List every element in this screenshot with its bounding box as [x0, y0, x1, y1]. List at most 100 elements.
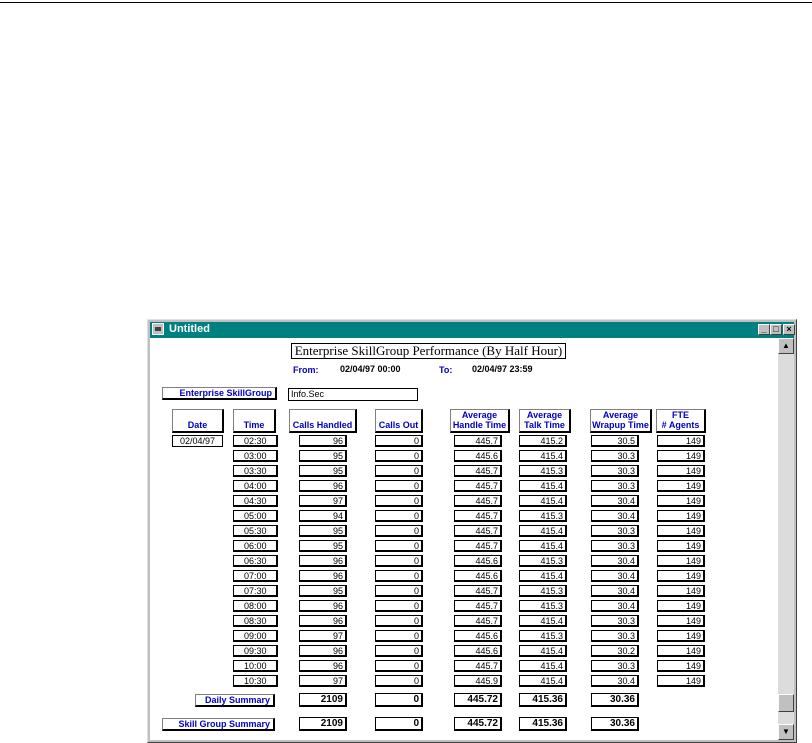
table-cell: 0 [375, 525, 423, 537]
table-cell: 445.7 [454, 495, 502, 507]
table-cell: 149 [657, 510, 705, 522]
table-cell: 30.3 [591, 480, 639, 492]
to-label: To: [439, 365, 453, 375]
table-cell: 0 [375, 495, 423, 507]
table-cell: 415.3 [519, 585, 567, 597]
table-cell: 149 [657, 525, 705, 537]
table-cell: 415.4 [519, 525, 567, 537]
table-cell: 445.7 [454, 585, 502, 597]
table-cell: 415.4 [519, 480, 567, 492]
table-cell: 0 [375, 660, 423, 672]
scroll-down-arrow-icon[interactable]: ▼ [778, 724, 794, 740]
table-cell: 445.6 [454, 645, 502, 657]
table-cell: 415.4 [519, 675, 567, 687]
time-cell: 08:30 [233, 615, 278, 627]
vertical-scrollbar[interactable]: ▲ ▼ [778, 338, 794, 740]
table-cell: 30.4 [591, 495, 639, 507]
report-title: Enterprise SkillGroup Performance (By Ha… [291, 343, 566, 359]
table-cell: 149 [657, 630, 705, 642]
col-header-calls-handled: Calls Handled [289, 409, 357, 433]
table-cell: 96 [299, 555, 347, 567]
time-cell: 09:00 [233, 630, 278, 642]
table-cell: 445.6 [454, 570, 502, 582]
table-cell: 0 [375, 675, 423, 687]
table-cell: 415.4 [519, 495, 567, 507]
table-cell: 30.4 [591, 585, 639, 597]
table-cell: 415.4 [519, 450, 567, 462]
time-cell: 10:30 [233, 675, 278, 687]
minimize-button[interactable]: _ [758, 324, 770, 335]
time-cell: 07:00 [233, 570, 278, 582]
table-cell: 95 [299, 585, 347, 597]
time-cell: 06:30 [233, 555, 278, 567]
summary-cell: 445.72 [454, 717, 502, 731]
summary-cell: 0 [375, 693, 423, 707]
table-cell: 0 [375, 585, 423, 597]
table-cell: 96 [299, 615, 347, 627]
col-header-avg-talk-time: Average Talk Time [519, 409, 571, 433]
table-cell: 0 [375, 600, 423, 612]
table-cell: 415.4 [519, 570, 567, 582]
table-cell: 149 [657, 585, 705, 597]
scroll-thumb[interactable] [778, 694, 794, 712]
table-cell: 445.7 [454, 615, 502, 627]
col-header-time: Time [233, 409, 276, 433]
table-cell: 97 [299, 630, 347, 642]
col-header-avg-handle-time: Average Handle Time [450, 409, 510, 433]
table-cell: 445.6 [454, 450, 502, 462]
table-cell: 415.3 [519, 630, 567, 642]
app-icon[interactable] [152, 323, 164, 335]
report-content: Enterprise SkillGroup Performance (By Ha… [150, 338, 778, 740]
time-cell: 05:00 [233, 510, 278, 522]
table-cell: 96 [299, 570, 347, 582]
table-cell: 96 [299, 600, 347, 612]
table-cell: 445.6 [454, 555, 502, 567]
summary-cell: 0 [375, 717, 423, 731]
time-cell: 10:00 [233, 660, 278, 672]
table-cell: 415.3 [519, 600, 567, 612]
table-cell: 149 [657, 660, 705, 672]
close-button[interactable]: × [783, 324, 795, 335]
report-window: Untitled _ □ × Enterprise SkillGroup Per… [147, 319, 797, 743]
from-label: From: [293, 365, 319, 375]
table-cell: 149 [657, 570, 705, 582]
table-cell: 415.3 [519, 465, 567, 477]
title-bar[interactable]: Untitled _ □ × [150, 322, 795, 338]
time-cell: 04:30 [233, 495, 278, 507]
table-cell: 149 [657, 675, 705, 687]
table-cell: 0 [375, 510, 423, 522]
table-cell: 149 [657, 555, 705, 567]
skill-group-field[interactable]: Info.Sec [288, 388, 418, 401]
table-cell: 445.7 [454, 540, 502, 552]
table-cell: 445.7 [454, 480, 502, 492]
table-cell: 30.3 [591, 465, 639, 477]
table-cell: 0 [375, 450, 423, 462]
summary-cell: 2109 [299, 717, 347, 731]
table-cell: 415.3 [519, 510, 567, 522]
time-cell: 06:00 [233, 540, 278, 552]
table-cell: 95 [299, 465, 347, 477]
summary-cell: 30.36 [591, 693, 639, 707]
time-cell: 09:30 [233, 645, 278, 657]
table-cell: 97 [299, 495, 347, 507]
table-cell: 0 [375, 555, 423, 567]
table-cell: 30.4 [591, 675, 639, 687]
table-cell: 94 [299, 510, 347, 522]
from-value: 02/04/97 00:00 [340, 364, 401, 374]
summary-cell: 415.36 [519, 693, 567, 707]
scroll-up-arrow-icon[interactable]: ▲ [778, 338, 794, 354]
time-cell: 05:30 [233, 525, 278, 537]
table-cell: 0 [375, 540, 423, 552]
time-cell: 02:30 [233, 435, 278, 447]
time-cell: 04:00 [233, 480, 278, 492]
table-cell: 445.7 [454, 465, 502, 477]
table-cell: 415.4 [519, 540, 567, 552]
table-cell: 415.3 [519, 555, 567, 567]
maximize-button[interactable]: □ [770, 324, 782, 335]
col-header-fte-agents: FTE # Agents [656, 409, 706, 433]
skill-group-label: Enterprise SkillGroup [162, 387, 277, 400]
table-cell: 0 [375, 435, 423, 447]
summary-cell: 445.72 [454, 693, 502, 707]
table-cell: 95 [299, 525, 347, 537]
date-value: 02/04/97 [172, 435, 223, 447]
